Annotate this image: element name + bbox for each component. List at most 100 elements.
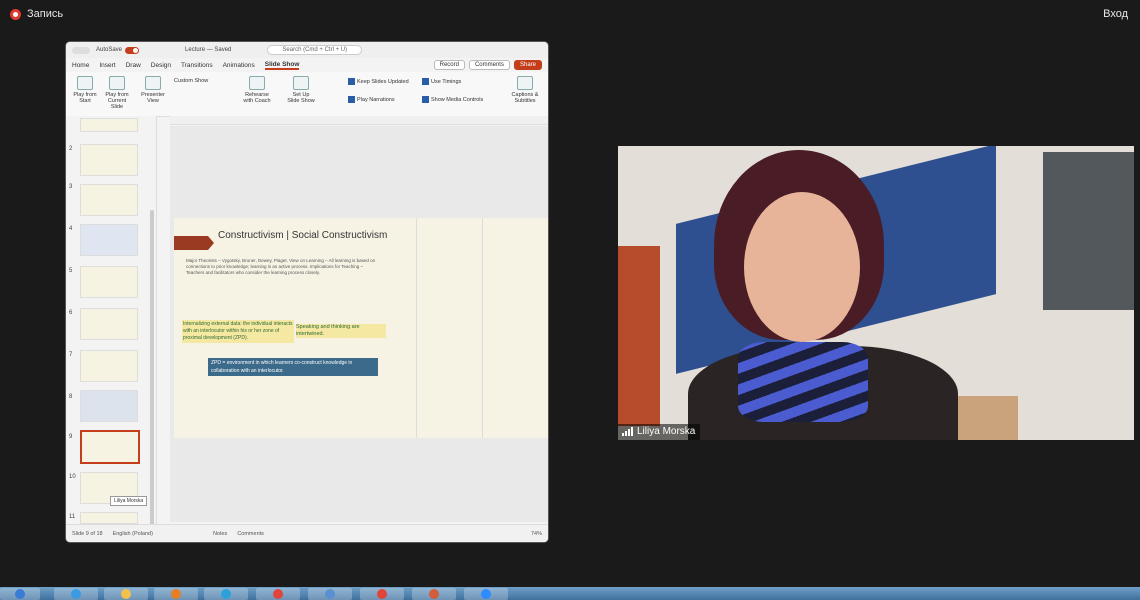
slide-editing-canvas[interactable]: Constructivism | Social Constructivism M… xyxy=(170,126,548,522)
slide-title[interactable]: Constructivism | Social Constructivism xyxy=(218,230,387,241)
taskbar-app[interactable] xyxy=(104,588,148,600)
ppt-title-bar: AutoSave Lecture — Saved Search (Cmd + C… xyxy=(66,42,548,58)
language-indicator[interactable]: English (Poland) xyxy=(113,531,153,537)
record-icon xyxy=(10,8,21,20)
thumbnail-scrollbar[interactable] xyxy=(150,210,154,542)
rehearse-button[interactable]: Rehearse with Coach xyxy=(242,76,272,104)
keep-slides-updated-label: Keep Slides Updated xyxy=(357,78,409,85)
slide-number: 10 xyxy=(69,474,76,480)
captions-label: Captions & Subtitles xyxy=(511,92,539,104)
show-media-controls-label: Show Media Controls xyxy=(431,96,484,103)
chair xyxy=(948,396,1018,440)
tab-home[interactable]: Home xyxy=(72,62,89,69)
slide-thumbnail[interactable] xyxy=(80,512,138,524)
tab-insert[interactable]: Insert xyxy=(99,62,115,69)
slide-thumbnail[interactable] xyxy=(80,390,138,422)
taskbar-app[interactable] xyxy=(412,588,456,600)
captions-subtitles-button[interactable]: Captions & Subtitles xyxy=(506,76,544,104)
recording-indicator[interactable]: Запись xyxy=(10,8,63,20)
show-media-controls-checkbox[interactable]: Show Media Controls xyxy=(422,96,483,103)
set-up-slide-show-button[interactable]: Set Up Slide Show xyxy=(286,76,316,104)
chrome-icon xyxy=(377,589,387,599)
slide-thumbnail[interactable] xyxy=(80,118,138,132)
slide-thumbnail[interactable] xyxy=(80,144,138,176)
sidebar-toggle-icon[interactable] xyxy=(72,46,90,54)
document-title[interactable]: Lecture — Saved xyxy=(185,47,231,53)
slide-number: 9 xyxy=(69,434,73,440)
taskbar-app[interactable] xyxy=(54,588,98,600)
taskbar-app[interactable] xyxy=(360,588,404,600)
slide-number: 3 xyxy=(69,184,73,190)
play-from-current-button[interactable]: Play from Current Slide xyxy=(102,76,132,110)
slide-number: 8 xyxy=(69,394,73,400)
notes-button[interactable]: Notes xyxy=(213,531,227,537)
use-timings-checkbox[interactable]: Use Timings xyxy=(422,78,461,85)
status-bar: Slide 9 of 18 English (Poland) Notes Com… xyxy=(66,524,548,542)
comments-status-button[interactable]: Comments xyxy=(237,531,264,537)
slide-number: 11 xyxy=(69,514,76,520)
record-button[interactable]: Record xyxy=(433,60,465,70)
search-input[interactable]: Search (Cmd + Ctrl + U) xyxy=(267,45,363,55)
autosave-label: AutoSave xyxy=(96,47,123,53)
slide-show-ribbon: Play from Start Play from Current Slide … xyxy=(66,72,548,117)
folder-icon xyxy=(121,589,131,599)
comparison-table xyxy=(416,218,548,438)
table-column xyxy=(416,218,481,438)
keep-slides-updated-checkbox[interactable]: Keep Slides Updated xyxy=(348,78,409,85)
ribbon-tabs: Home Insert Draw Design Transitions Anim… xyxy=(66,58,548,72)
slide-thumbnail-selected[interactable] xyxy=(80,430,140,464)
presenter-view-button[interactable]: Presenter View xyxy=(138,76,168,104)
autosave-toggle[interactable] xyxy=(125,46,140,54)
taskbar-app[interactable] xyxy=(256,588,300,600)
participant-name: Liliya Morska xyxy=(637,426,696,437)
presenter-view-label: Presenter View xyxy=(141,92,165,104)
slide-thumbnail-pane: 2 3 4 5 6 7 8 9 10 Liliya Morska 11 xyxy=(66,116,157,542)
slide-number: 4 xyxy=(69,226,73,232)
slide-number: 2 xyxy=(69,146,73,152)
slide-number: 6 xyxy=(69,310,73,316)
slide-thumbnail[interactable] xyxy=(80,266,138,298)
exit-button[interactable]: Вход xyxy=(1103,8,1128,20)
windows-start-icon xyxy=(15,589,25,599)
tab-design[interactable]: Design xyxy=(151,62,171,69)
play-narrations-checkbox[interactable]: Play Narrations xyxy=(348,96,395,103)
custom-show-dropdown[interactable]: Custom Show xyxy=(174,78,208,84)
tab-draw[interactable]: Draw xyxy=(126,62,141,69)
zoom-level[interactable]: 74% xyxy=(531,531,542,537)
set-up-label: Set Up Slide Show xyxy=(287,92,315,104)
taskbar-app[interactable] xyxy=(204,588,248,600)
cursor-tooltip: Liliya Morska xyxy=(110,496,148,506)
slide-number: 7 xyxy=(69,352,73,358)
tab-animations[interactable]: Animations xyxy=(223,62,255,69)
current-slide[interactable]: Constructivism | Social Constructivism M… xyxy=(174,218,548,438)
start-button[interactable] xyxy=(0,588,40,600)
slide-thumbnail[interactable] xyxy=(80,308,138,340)
horizontal-ruler xyxy=(170,116,548,125)
slide-thumbnail[interactable] xyxy=(80,350,138,382)
slide-thumbnail[interactable] xyxy=(80,224,138,256)
highlight-box-definition[interactable]: ZPD = environment in which learners co-c… xyxy=(208,358,378,376)
play-from-start-button[interactable]: Play from Start xyxy=(70,76,100,104)
slide-body-text[interactable]: Major Theorists – Vygotsky, Bruner, Dewe… xyxy=(186,258,376,276)
slide-thumbnail[interactable] xyxy=(80,184,138,216)
taskbar-app[interactable] xyxy=(308,588,352,600)
tab-slide-show[interactable]: Slide Show xyxy=(264,61,300,70)
play-from-current-label: Play from Current Slide xyxy=(105,92,129,110)
shared-powerpoint-window: AutoSave Lecture — Saved Search (Cmd + C… xyxy=(66,42,548,542)
use-timings-label: Use Timings xyxy=(431,78,462,85)
chrome-icon xyxy=(273,589,283,599)
autosave-control[interactable]: AutoSave xyxy=(96,46,140,54)
taskbar-app[interactable] xyxy=(464,588,508,600)
title-arrow-shape xyxy=(174,236,214,250)
highlight-box-speaking[interactable]: Speaking and thinking are intertwined. xyxy=(296,324,386,338)
participant-video[interactable]: Liliya Morska xyxy=(618,146,1134,440)
comments-button[interactable]: Comments xyxy=(468,60,510,70)
app-icon xyxy=(325,589,335,599)
highlight-box-zpd[interactable]: Internalizing external data: the individ… xyxy=(182,320,294,343)
taskbar-app[interactable] xyxy=(154,588,198,600)
share-button[interactable]: Share xyxy=(513,60,542,70)
tab-transitions[interactable]: Transitions xyxy=(181,62,213,69)
signal-strength-icon xyxy=(622,427,633,436)
skype-icon xyxy=(221,589,231,599)
checkbox-checked-icon xyxy=(348,96,355,103)
